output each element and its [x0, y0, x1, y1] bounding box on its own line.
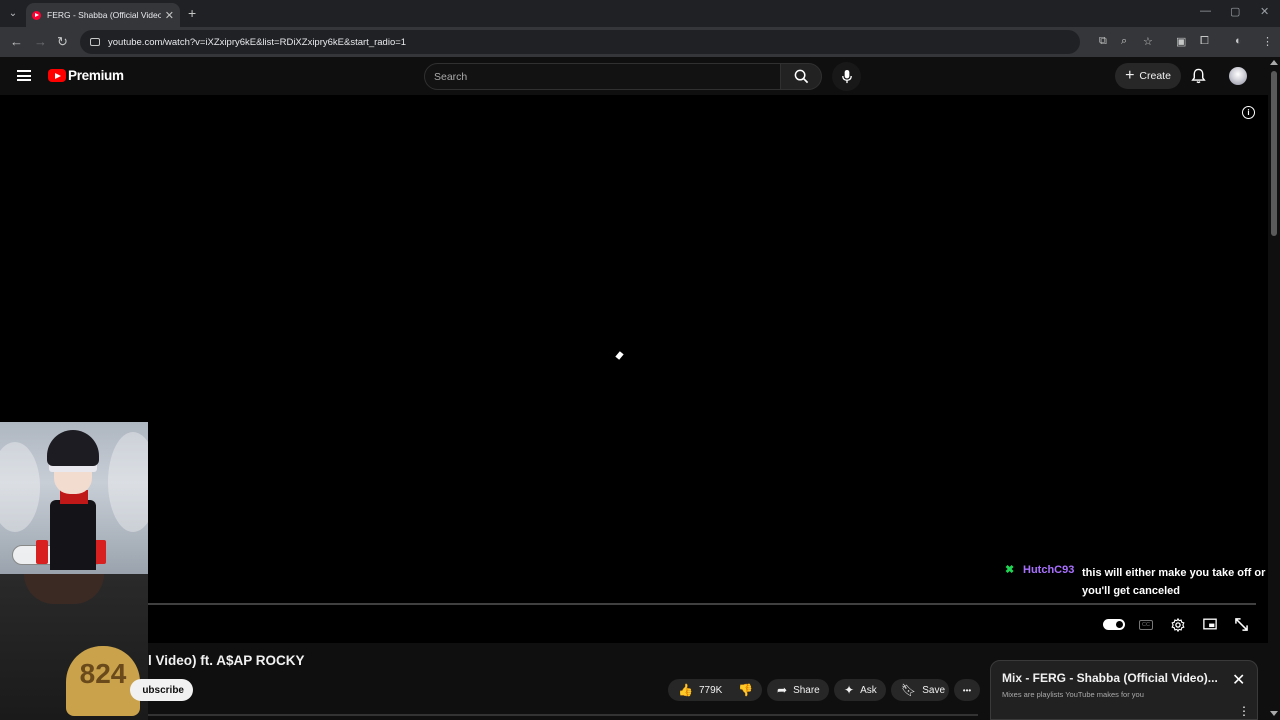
zoom-icon[interactable]: ⌕: [1121, 35, 1127, 48]
share-arrow-icon: ➦: [777, 683, 788, 697]
bookmark-icon: 🔖︎: [901, 683, 917, 697]
progress-bar[interactable]: [148, 603, 1256, 605]
browser-tabstrip: ⌄ FERG - Shabba (Official Video) f ✕ + —…: [0, 0, 1280, 27]
info-icon[interactable]: i: [1242, 106, 1255, 119]
chat-text: this will either make you take off or yo…: [1082, 567, 1266, 597]
youtube-masthead: Premium + Create: [0, 57, 1280, 95]
forward-arrow-icon[interactable]: →: [34, 34, 47, 49]
url-text: youtube.com/watch?v=iXZxipry6kE&list=RDi…: [108, 36, 407, 48]
new-tab-button[interactable]: +: [188, 5, 196, 21]
video-player[interactable]: i CC: [0, 95, 1268, 643]
profile-icon[interactable]: ◐: [1235, 35, 1242, 47]
like-count[interactable]: 779K: [699, 685, 722, 696]
subscribe-button[interactable]: ubscribe: [130, 679, 193, 701]
jersey-number: 824: [79, 658, 127, 689]
mouse-cursor-icon: [615, 351, 624, 360]
search-button[interactable]: [780, 63, 822, 90]
fullscreen-icon[interactable]: [1235, 618, 1248, 631]
mix-title[interactable]: Mix - FERG - Shabba (Official Video)...: [1002, 671, 1224, 685]
like-thumb-icon[interactable]: 👍: [678, 683, 693, 697]
minimize-button[interactable]: —: [1200, 5, 1211, 17]
tab-search-chevron-icon[interactable]: ⌄: [4, 5, 22, 22]
install-app-icon[interactable]: ⧉: [1099, 35, 1107, 48]
reload-icon[interactable]: ↻: [57, 34, 68, 50]
tab-title: FERG - Shabba (Official Video) f: [47, 10, 161, 20]
save-label: Save: [922, 684, 946, 696]
sparkle-icon: ✦: [844, 683, 855, 697]
anime-avatar-panel: [0, 422, 148, 574]
scroll-down-icon[interactable]: [1270, 711, 1278, 716]
scroll-thumb[interactable]: [1271, 71, 1277, 236]
miniplayer-icon[interactable]: [1203, 618, 1217, 630]
mix-playlist-panel: Mix - FERG - Shabba (Official Video)... …: [990, 660, 1258, 720]
site-info-icon[interactable]: [90, 38, 100, 46]
youtube-favicon-icon: [32, 10, 41, 20]
search-icon: [794, 69, 808, 84]
divider: [148, 714, 978, 716]
create-label: Create: [1139, 70, 1171, 82]
browser-tab[interactable]: FERG - Shabba (Official Video) f ✕: [26, 3, 180, 27]
chat-badge-icon: ✖: [1005, 564, 1015, 576]
maximize-button[interactable]: ▢: [1230, 5, 1240, 18]
close-playlist-icon[interactable]: ✕: [1232, 673, 1245, 689]
browser-menu-icon[interactable]: ⋮: [1262, 35, 1273, 48]
beanie: [47, 430, 99, 466]
autoplay-toggle[interactable]: [1103, 619, 1125, 630]
page-scrollbar[interactable]: [1268, 57, 1280, 720]
scroll-up-icon[interactable]: [1270, 60, 1278, 65]
voice-search-button[interactable]: [832, 62, 861, 91]
tab-close-icon[interactable]: ✕: [165, 9, 174, 22]
extensions-puzzle-icon[interactable]: ⧠: [1200, 35, 1209, 48]
chat-username: HutchC93: [1023, 564, 1075, 576]
account-avatar[interactable]: [1229, 67, 1247, 85]
search-box: [424, 63, 781, 90]
plus-icon: +: [1125, 67, 1135, 84]
streamer-webcam-overlay: 824: [0, 422, 148, 720]
share-button[interactable]: ➦ Share: [767, 679, 829, 701]
share-label: Share: [793, 684, 820, 696]
more-actions-button[interactable]: •••: [954, 679, 980, 701]
address-bar[interactable]: youtube.com/watch?v=iXZxipry6kE&list=RDi…: [80, 30, 1080, 54]
camera-feed: 824: [0, 574, 148, 720]
youtube-logo-icon[interactable]: [48, 69, 66, 82]
ask-button[interactable]: ✦ Ask: [834, 679, 886, 701]
captions-icon[interactable]: CC: [1139, 620, 1153, 630]
playlist-more-icon[interactable]: ⋮: [1238, 705, 1250, 717]
close-window-button[interactable]: ✕: [1260, 5, 1269, 18]
back-arrow-icon[interactable]: ←: [10, 34, 23, 49]
extension-icon[interactable]: ▣: [1176, 35, 1186, 48]
youtube-premium-brand[interactable]: Premium: [68, 68, 124, 83]
create-button[interactable]: + Create: [1115, 63, 1181, 89]
microphone-icon: [841, 69, 852, 84]
save-button[interactable]: 🔖︎ Save: [891, 679, 949, 701]
like-dislike-group: 👍 779K 👎: [668, 679, 762, 701]
search-input[interactable]: [434, 70, 780, 83]
mix-subtitle: Mixes are playlists YouTube makes for yo…: [1002, 690, 1144, 699]
notifications-bell-icon[interactable]: [1191, 68, 1206, 84]
guide-menu-icon[interactable]: [17, 70, 31, 81]
browser-toolbar: ← → ↻ youtube.com/watch?v=iXZxipry6kE&li…: [0, 27, 1280, 57]
video-title: l Video) ft. A$AP ROCKY: [148, 653, 305, 668]
bookmark-star-icon[interactable]: ☆: [1143, 35, 1153, 48]
settings-gear-icon[interactable]: [1171, 618, 1185, 632]
ask-label: Ask: [860, 684, 877, 696]
dislike-thumb-icon[interactable]: 👎: [738, 683, 753, 697]
